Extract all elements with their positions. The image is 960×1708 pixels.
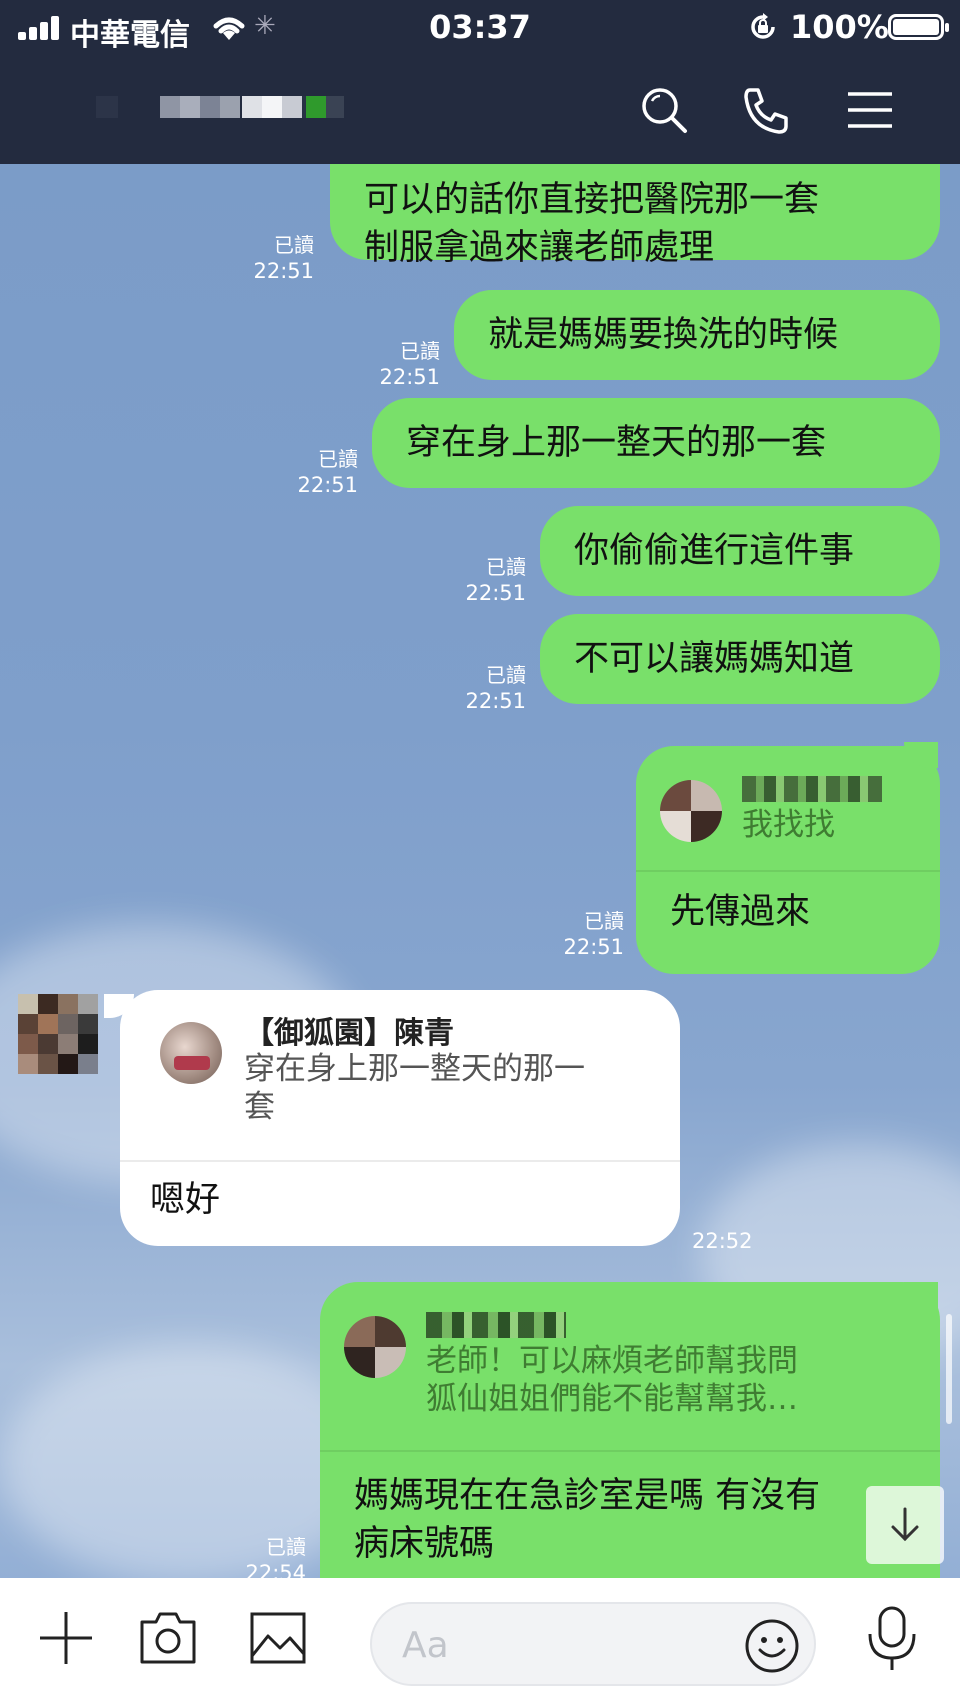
message-meta: 已讀 22:51 xyxy=(278,446,358,498)
plus-icon[interactable] xyxy=(36,1608,96,1668)
message-time: 22:51 xyxy=(465,689,526,713)
quoted-sender-redacted xyxy=(426,1312,566,1338)
read-receipt: 已讀 xyxy=(486,663,526,687)
reply-divider xyxy=(320,1450,940,1452)
outgoing-message[interactable]: 可以的話你直接把醫院那一套 制服拿過來讓老師處理 xyxy=(330,164,940,268)
message-text: 不可以讓媽媽知道 xyxy=(574,639,855,679)
reply-divider xyxy=(636,870,940,872)
message-meta: 已讀 22:51 xyxy=(446,662,526,714)
quoted-avatar-redacted xyxy=(344,1316,406,1378)
menu-icon[interactable] xyxy=(844,84,896,136)
message-text: 就是媽媽要換洗的時候 xyxy=(488,315,839,355)
message-meta: 已讀 22:51 xyxy=(360,338,440,390)
emoji-icon[interactable] xyxy=(744,1618,800,1674)
reply-divider xyxy=(120,1160,680,1162)
quoted-avatar-redacted xyxy=(660,780,722,842)
message-time: 22:51 xyxy=(297,473,358,497)
message-meta: 已讀 22:54 xyxy=(226,1534,306,1578)
battery-percentage: 100% xyxy=(790,8,889,46)
message-time: 22:51 xyxy=(465,581,526,605)
message-composer-bar xyxy=(0,1578,960,1708)
battery-icon xyxy=(888,14,949,40)
outgoing-message[interactable]: 你偷偷進行這件事 xyxy=(540,506,940,596)
message-input[interactable] xyxy=(402,1620,722,1670)
message-input-box[interactable] xyxy=(370,1602,816,1686)
phone-icon[interactable] xyxy=(740,84,792,136)
read-receipt: 已讀 xyxy=(584,909,624,933)
message-text: 你偷偷進行這件事 xyxy=(574,531,855,571)
message-time: 22:51 xyxy=(563,935,624,959)
message-time: 22:52 xyxy=(692,1229,753,1253)
quoted-avatar xyxy=(160,1022,222,1084)
outgoing-message[interactable]: 穿在身上那一整天的那一套 xyxy=(372,398,940,488)
message-text: 嗯好 xyxy=(150,1180,221,1220)
message-time: 22:51 xyxy=(253,259,314,283)
message-time: 22:54 xyxy=(245,1561,306,1578)
outgoing-message[interactable]: 就是媽媽要換洗的時候 xyxy=(454,290,940,380)
rotation-lock-icon xyxy=(751,13,775,39)
quoted-text: 我找找 xyxy=(742,807,835,843)
read-receipt: 已讀 xyxy=(318,447,358,471)
message-text: 先傳過來 xyxy=(670,892,811,932)
chat-area[interactable]: 已讀 22:51 可以的話你直接把醫院那一套 制服拿過來讓老師處理 已讀 22:… xyxy=(0,164,960,1578)
quoted-sender-redacted xyxy=(742,776,882,802)
top-bar: 中華電信 ✳ 03:37 100% xyxy=(0,0,960,164)
message-time: 22:51 xyxy=(379,365,440,389)
quoted-text: 穿在身上那一整天的那一 套 xyxy=(244,1051,585,1125)
outgoing-message[interactable]: 不可以讓媽媽知道 xyxy=(540,614,940,704)
image-icon[interactable] xyxy=(248,1608,308,1668)
quoted-text: 老師！可以麻煩老師幫我問 狐仙姐姐們能不能幫幫我… xyxy=(426,1343,798,1417)
message-text: 媽媽現在在急診室是嗎 有沒有 病床號碼 xyxy=(354,1476,821,1564)
status-bar: 中華電信 ✳ 03:37 100% xyxy=(0,0,960,56)
sender-avatar-redacted[interactable] xyxy=(18,994,98,1074)
camera-icon[interactable] xyxy=(138,1608,198,1668)
outgoing-reply-message[interactable]: 我找找 先傳過來 xyxy=(636,746,940,974)
message-text-line: 可以的話你直接把醫院那一套 xyxy=(364,180,820,220)
message-text-line: 制服拿過來讓老師處理 xyxy=(364,228,715,268)
message-meta: 已讀 22:51 xyxy=(234,232,314,284)
chat-title-redacted xyxy=(96,96,356,118)
chat-scrollbar[interactable] xyxy=(946,1314,952,1424)
message-meta: 已讀 22:51 xyxy=(544,908,624,960)
message-meta: 已讀 22:51 xyxy=(446,554,526,606)
read-receipt: 已讀 xyxy=(486,555,526,579)
read-receipt: 已讀 xyxy=(400,339,440,363)
mic-icon[interactable] xyxy=(864,1604,920,1672)
scroll-to-bottom-button[interactable] xyxy=(866,1486,944,1564)
read-receipt: 已讀 xyxy=(274,233,314,257)
arrow-down-icon xyxy=(891,1507,919,1542)
incoming-reply-message[interactable]: 【御狐園】陳青 穿在身上那一整天的那一 套 嗯好 xyxy=(120,990,680,1246)
message-text: 穿在身上那一整天的那一套 xyxy=(406,423,827,463)
outgoing-reply-message[interactable]: 老師！可以麻煩老師幫我問 狐仙姐姐們能不能幫幫我… 媽媽現在在急診室是嗎 有沒有… xyxy=(320,1282,940,1578)
search-icon[interactable] xyxy=(638,84,690,136)
read-receipt: 已讀 xyxy=(266,1535,306,1559)
